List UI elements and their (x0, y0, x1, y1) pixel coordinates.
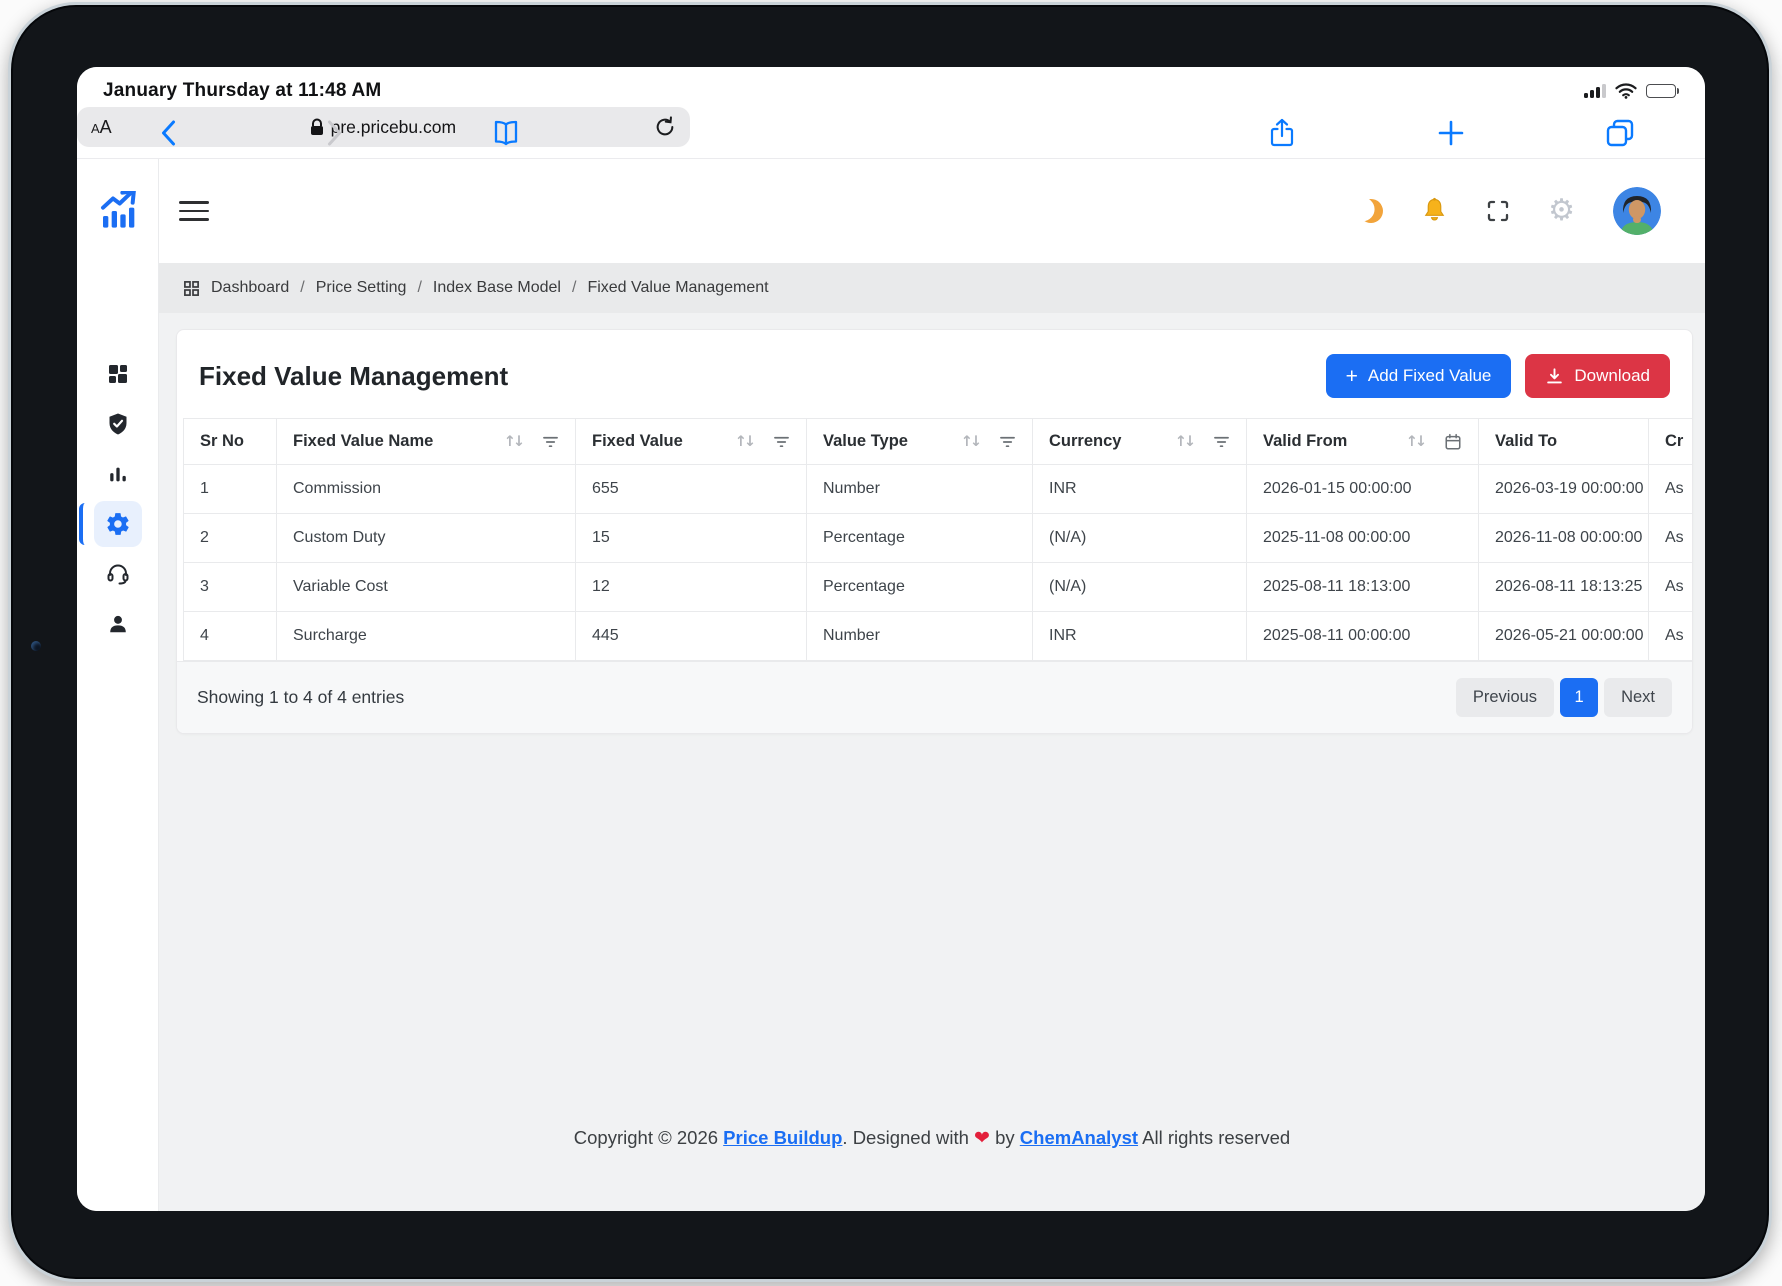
filter-icon[interactable] (999, 434, 1016, 449)
col-valid-to[interactable]: Valid To (1479, 418, 1649, 465)
breadcrumb-separator: / (300, 279, 304, 297)
status-datetime: January Thursday at 11:48 AM (103, 80, 381, 102)
forward-button[interactable] (327, 120, 342, 146)
back-button[interactable] (161, 120, 176, 146)
sidebar-item-security[interactable] (94, 401, 142, 447)
battery-icon (1646, 84, 1680, 98)
sort-icon[interactable]: ↑↓ (735, 434, 753, 450)
next-page-button[interactable]: Next (1604, 678, 1672, 717)
text-size-button[interactable]: AA (91, 117, 112, 138)
filter-icon[interactable] (1213, 434, 1230, 449)
previous-page-button[interactable]: Previous (1456, 678, 1554, 717)
sidebar-item-support[interactable] (94, 551, 142, 597)
url-text: pre.pricebu.com (331, 117, 456, 138)
page-content: Fixed Value Management + Add Fixed Value (159, 313, 1705, 1211)
wifi-icon (1615, 83, 1637, 99)
table-row: 1Commission 655Number INR2026-01-15 00:0… (183, 465, 1692, 514)
col-fixed-value-name[interactable]: Fixed Value Name ↑↓ (277, 418, 576, 465)
breadcrumb-separator: / (417, 279, 421, 297)
fullscreen-icon (1486, 199, 1510, 223)
fixed-value-card: Fixed Value Management + Add Fixed Value (176, 329, 1693, 734)
cellular-signal-icon (1584, 84, 1606, 98)
reload-button[interactable] (654, 116, 676, 138)
table-header-row: Sr No Fixed Value Name ↑↓ Fixed Value ↑↓… (183, 418, 1692, 465)
breadcrumb: Dashboard / Price Setting / Index Base M… (159, 263, 1705, 313)
gear-icon: ⚙ (1548, 196, 1575, 226)
filter-icon[interactable] (773, 434, 790, 449)
sidebar (77, 159, 159, 1211)
table-row: 4Surcharge 445Number INR2025-08-11 00:00… (183, 612, 1692, 661)
table-row: 2Custom Duty 15Percentage (N/A)2025-11-0… (183, 514, 1692, 563)
col-valid-from[interactable]: Valid From ↑↓ (1247, 418, 1479, 465)
add-fixed-value-button[interactable]: + Add Fixed Value (1326, 354, 1512, 398)
user-avatar[interactable] (1613, 187, 1661, 235)
status-bar: January Thursday at 11:48 AM (77, 67, 1705, 107)
lock-icon (310, 118, 324, 136)
new-tab-button[interactable] (1437, 119, 1465, 147)
sort-icon[interactable]: ↑↓ (1406, 434, 1424, 450)
app-logo[interactable] (98, 159, 138, 263)
sidebar-item-dashboard[interactable] (94, 351, 142, 397)
fullscreen-button[interactable] (1486, 199, 1510, 223)
table-footer: Showing 1 to 4 of 4 entries Previous 1 N… (177, 661, 1692, 733)
price-buildup-link[interactable]: Price Buildup (723, 1127, 842, 1148)
sidebar-item-settings[interactable] (94, 501, 142, 547)
screen: January Thursday at 11:48 AM (77, 67, 1705, 1211)
breadcrumb-item-index-base-model[interactable]: Index Base Model (433, 279, 561, 297)
copyright-footer: Copyright © 2026 Price Buildup. Designed… (159, 1107, 1705, 1211)
tabs-overview-button[interactable] (1605, 118, 1635, 148)
col-fixed-value[interactable]: Fixed Value ↑↓ (576, 418, 807, 465)
app-topbar: ⚙ (159, 159, 1705, 263)
active-item-indicator (79, 503, 91, 545)
heart-icon: ❤ (974, 1127, 990, 1149)
breadcrumb-item-current: Fixed Value Management (587, 279, 768, 297)
notifications-button[interactable] (1421, 197, 1448, 225)
sort-icon[interactable]: ↑↓ (504, 434, 522, 450)
calendar-icon[interactable] (1444, 433, 1462, 451)
sort-icon[interactable]: ↑↓ (1175, 434, 1193, 450)
settings-gear-icon (105, 511, 131, 537)
sidebar-item-users[interactable] (94, 601, 142, 647)
sidebar-item-analytics[interactable] (94, 451, 142, 497)
front-camera (31, 641, 41, 651)
breadcrumb-item-price-setting[interactable]: Price Setting (316, 279, 407, 297)
dashboard-grid-icon (106, 362, 130, 386)
download-button[interactable]: Download (1525, 354, 1670, 398)
dark-mode-toggle[interactable] (1359, 199, 1383, 223)
col-created[interactable]: Cr (1649, 418, 1692, 465)
page-1-button[interactable]: 1 (1560, 678, 1598, 717)
col-currency[interactable]: Currency ↑↓ (1033, 418, 1247, 465)
plus-icon: + (1346, 366, 1358, 387)
person-icon (107, 613, 129, 635)
shield-check-icon (106, 412, 130, 436)
bar-chart-icon (107, 463, 129, 485)
breadcrumb-item-dashboard[interactable]: Dashboard (211, 279, 289, 297)
rights-text: All rights reserved (1142, 1127, 1290, 1148)
bell-icon (1421, 197, 1448, 225)
pagination: Previous 1 Next (1456, 678, 1672, 717)
browser-toolbar: AA pre.pricebu.com (77, 107, 1705, 159)
chemanalyst-link[interactable]: ChemAnalyst (1020, 1127, 1138, 1148)
col-sr-no: Sr No (183, 418, 277, 465)
sort-icon[interactable]: ↑↓ (961, 434, 979, 450)
table-row: 3Variable Cost 12Percentage (N/A)2025-08… (183, 563, 1692, 612)
tablet-frame: January Thursday at 11:48 AM (8, 2, 1772, 1282)
breadcrumb-separator: / (572, 279, 576, 297)
entries-summary: Showing 1 to 4 of 4 entries (197, 687, 404, 708)
copyright-text: Copyright © 2026 (574, 1127, 718, 1148)
settings-button[interactable]: ⚙ (1548, 196, 1575, 226)
bookmarks-icon[interactable] (491, 120, 521, 146)
moon-icon (1355, 195, 1387, 227)
page-title: Fixed Value Management (199, 361, 508, 392)
share-button[interactable] (1269, 118, 1295, 148)
download-icon (1545, 367, 1564, 386)
breadcrumb-grid-icon (183, 280, 200, 297)
data-table: Sr No Fixed Value Name ↑↓ Fixed Value ↑↓… (183, 418, 1692, 661)
headset-icon (106, 562, 130, 586)
col-value-type[interactable]: Value Type ↑↓ (807, 418, 1033, 465)
filter-icon[interactable] (542, 434, 559, 449)
menu-toggle-button[interactable] (179, 201, 209, 221)
